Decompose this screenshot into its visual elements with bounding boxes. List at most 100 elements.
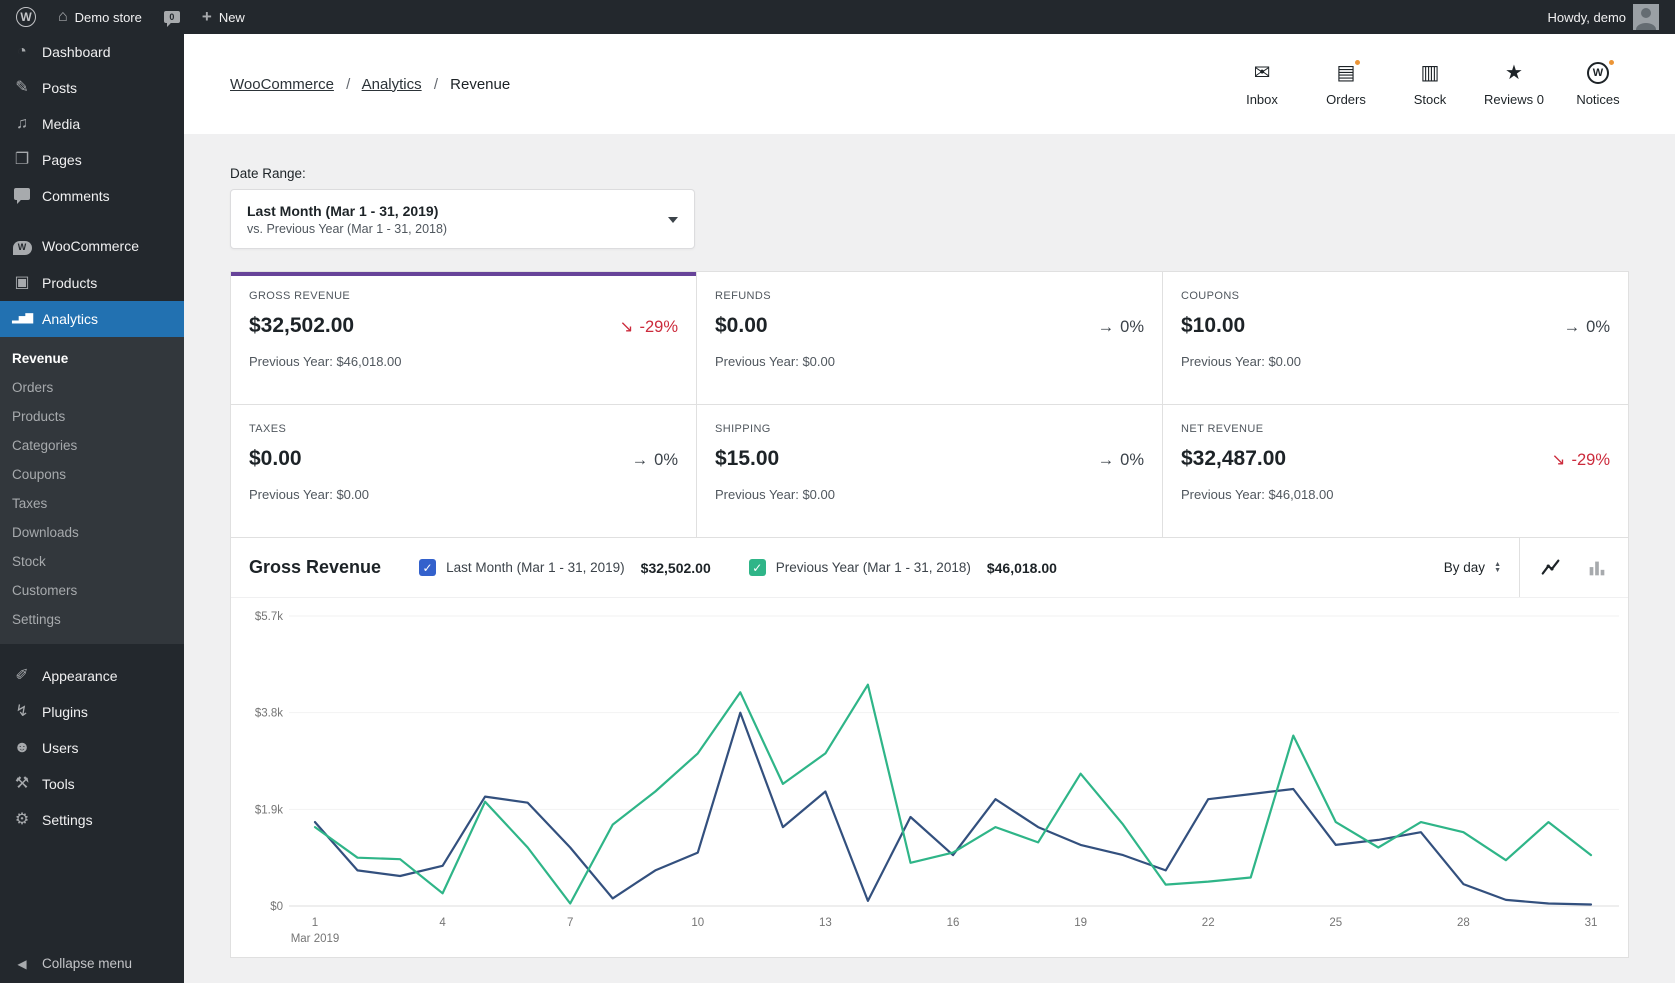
revenue-chart: $0 $1.9k $3.8k $5.7k 1 4 7 10 13 16 19 22 25 28 31 Mar … [231, 598, 1628, 957]
sidebar-item-analytics[interactable]: ▂▅▇ Analytics [0, 300, 184, 337]
interval-label: By day [1443, 560, 1486, 575]
svg-text:4: 4 [439, 917, 446, 929]
sidebar-item-pages[interactable]: ❐ Pages [0, 142, 184, 178]
submenu-item-products[interactable]: Products [0, 402, 184, 431]
submenu-item-categories[interactable]: Categories [0, 431, 184, 460]
svg-text:1: 1 [312, 917, 318, 929]
stock-button[interactable]: ▥ Stock [1391, 61, 1469, 107]
inbox-button[interactable]: ✉ Inbox [1223, 61, 1301, 107]
breadcrumb-analytics-link[interactable]: Analytics [362, 76, 422, 93]
tile-gross-revenue[interactable]: GROSS REVENUE $32,502.00 ↘ -29% Previous … [231, 272, 696, 404]
submenu-item-coupons[interactable]: Coupons [0, 460, 184, 489]
chart-type-toggle [1519, 538, 1628, 597]
chevron-down-icon [668, 216, 678, 228]
revenue-chart-svg: $0 $1.9k $3.8k $5.7k 1 4 7 10 13 16 19 22 25 28 31 Mar … [255, 611, 1619, 945]
new-content-button[interactable]: + New [202, 7, 245, 27]
wordpress-logo-icon[interactable]: W [16, 7, 36, 27]
orders-icon: ▤ [1337, 58, 1363, 85]
sidebar-item-products[interactable]: ▣ Products [0, 265, 184, 301]
sidebar-item-label: Pages [42, 152, 82, 168]
new-label: New [218, 9, 245, 25]
breadcrumb: WooCommerce / Analytics / Revenue [230, 76, 510, 93]
legend-total: $46,018.00 [986, 559, 1057, 576]
date-range-label: Date Range: [230, 166, 306, 181]
line-chart-toggle[interactable] [1538, 555, 1564, 581]
pages-icon: ❐ [14, 151, 30, 168]
submenu-item-settings[interactable]: Settings [0, 605, 184, 634]
date-range-dropdown[interactable]: Last Month (Mar 1 - 31, 2019) vs. Previo… [230, 189, 695, 249]
submenu-item-stock[interactable]: Stock [0, 547, 184, 576]
tile-value: $32,502.00 [249, 314, 355, 337]
reviews-button[interactable]: ★ Reviews 0 [1475, 61, 1553, 107]
breadcrumb-woocommerce-link[interactable]: WooCommerce [230, 76, 334, 93]
comment-bubble-icon: 0 [163, 11, 180, 27]
menu-separator [0, 644, 184, 658]
tile-trend: ↘ -29% [619, 317, 678, 337]
sidebar-item-label: Settings [42, 811, 93, 828]
submenu-item-downloads[interactable]: Downloads [0, 518, 184, 547]
orders-button[interactable]: ▤ Orders [1307, 58, 1385, 107]
sidebar-item-posts[interactable]: ✎ Posts [0, 70, 184, 106]
sidebar-item-label: WooCommerce [42, 238, 139, 255]
svg-text:13: 13 [819, 917, 832, 929]
tile-trend: ↘ -29% [1551, 450, 1610, 470]
woocommerce-icon: W [12, 238, 32, 255]
tile-refunds[interactable]: REFUNDS $0.00 → 0% Previous Year: $0.00 [697, 272, 1162, 404]
legend-label: Last Month (Mar 1 - 31, 2019) [446, 560, 625, 575]
interval-select[interactable]: By day ▲ ▼ [1444, 560, 1501, 575]
notices-button[interactable]: W Notices [1559, 58, 1637, 107]
sidebar-item-settings[interactable]: ⚙ Settings [0, 802, 184, 838]
tile-coupons[interactable]: COUPONS $10.00 → 0% Previous Year: $0.00 [1163, 272, 1628, 404]
notices-icon: W [1587, 58, 1616, 85]
bar-chart-toggle[interactable] [1584, 555, 1610, 581]
submenu-item-customers[interactable]: Customers [0, 576, 184, 605]
tile-previous: Previous Year: $0.00 [1181, 354, 1301, 369]
svg-text:16: 16 [947, 917, 960, 929]
svg-text:25: 25 [1329, 917, 1342, 929]
tile-net-revenue[interactable]: NET REVENUE $32,487.00 ↘ -29% Previous Ye… [1163, 405, 1628, 537]
site-name-label: Demo store [74, 9, 142, 25]
tile-previous: Previous Year: $0.00 [715, 487, 835, 502]
stock-icon: ▥ [1420, 62, 1440, 84]
comments-shortcut[interactable]: 0 [163, 11, 180, 27]
tile-taxes[interactable]: TAXES $0.00 → 0% Previous Year: $0.00 [231, 405, 696, 537]
legend-previous-year[interactable]: ✓ Previous Year (Mar 1 - 31, 2018) $46,0… [748, 559, 1057, 576]
account-menu[interactable]: Howdy, demo [1547, 4, 1659, 30]
tile-value: $10.00 [1181, 314, 1246, 337]
sidebar-item-media[interactable]: ♫ Media [0, 106, 184, 142]
media-icon: ♫ [16, 115, 28, 132]
collapse-menu-button[interactable]: ◀ Collapse menu [0, 944, 184, 983]
trend-flat-icon: → [1563, 318, 1581, 336]
submenu-item-orders[interactable]: Orders [0, 373, 184, 402]
site-name-link[interactable]: ⌂ Demo store [58, 9, 142, 25]
sidebar-item-woocommerce[interactable]: W WooCommerce [0, 228, 184, 265]
sidebar-item-users[interactable]: ☻ Users [0, 730, 184, 766]
checkbox-checked-icon: ✓ [419, 559, 437, 576]
sidebar-item-plugins[interactable]: ↯ Plugins [0, 694, 184, 730]
tile-value: $15.00 [715, 447, 780, 470]
analytics-header: WooCommerce / Analytics / Revenue ✉ Inbo… [184, 34, 1675, 134]
sidebar-item-tools[interactable]: ⚒ Tools [0, 766, 184, 802]
sidebar-item-comments[interactable]: Comments [0, 178, 184, 214]
submenu-item-taxes[interactable]: Taxes [0, 489, 184, 518]
tile-previous: Previous Year: $0.00 [715, 354, 835, 369]
collapse-menu-label: Collapse menu [42, 956, 133, 971]
svg-text:31: 31 [1585, 917, 1598, 929]
tile-shipping[interactable]: SHIPPING $15.00 → 0% Previous Year: $0.00 [697, 405, 1162, 537]
sidebar-item-dashboard[interactable]: ◔ Dashboard [0, 34, 184, 70]
tile-trend: → 0% [631, 451, 678, 469]
reviews-star-icon: ★ [1505, 62, 1523, 84]
trend-flat-icon: → [1097, 451, 1115, 469]
sidebar-item-label: Plugins [42, 703, 88, 720]
inbox-icon: ✉ [1253, 62, 1271, 84]
svg-text:7: 7 [567, 917, 573, 929]
sidebar-item-appearance[interactable]: ✐ Appearance [0, 658, 184, 694]
legend-last-month[interactable]: ✓ Last Month (Mar 1 - 31, 2019) $32,502.… [419, 559, 711, 576]
admin-bar: W ⌂ Demo store 0 + New Howdy, demo [0, 0, 1675, 34]
submenu-item-revenue[interactable]: Revenue [0, 344, 184, 373]
legend-label: Previous Year (Mar 1 - 31, 2018) [775, 560, 971, 575]
tile-value: $0.00 [249, 447, 302, 470]
chart-title: Gross Revenue [249, 557, 382, 577]
checkbox-checked-icon: ✓ [748, 559, 766, 576]
tile-trend: → 0% [1097, 318, 1144, 336]
